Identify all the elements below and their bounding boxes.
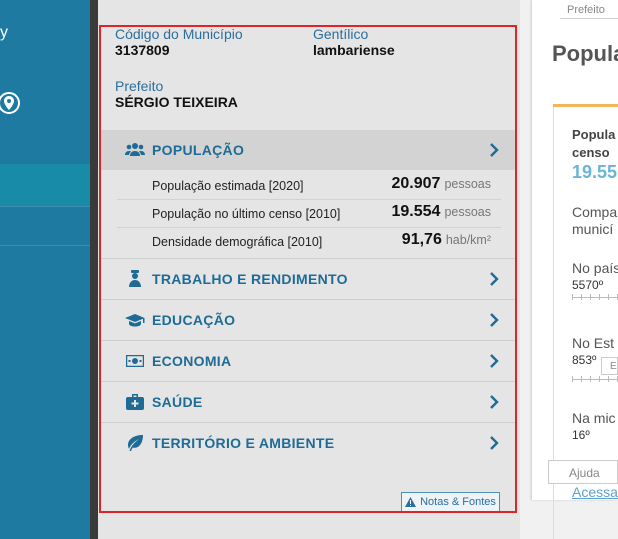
- category-economia[interactable]: ECONOMIA: [101, 340, 515, 380]
- stat-value: 20.907 pessoas: [391, 175, 492, 192]
- chevron-right-icon: [490, 271, 499, 286]
- category-label: EDUCAÇÃO: [152, 311, 236, 328]
- money-icon: [125, 351, 145, 371]
- sidebar-divider: [0, 206, 90, 207]
- category-label: POPULAÇÃO: [152, 142, 245, 158]
- stat-value: 91,76 hab/km²: [401, 231, 491, 248]
- bg-acessar-link[interactable]: Acessar: [572, 484, 618, 500]
- chevron-right-icon: [490, 143, 499, 157]
- stat-label: População estimada [2020]: [152, 179, 304, 193]
- bg-compare-line: Compa: [572, 204, 618, 220]
- people-icon: [125, 140, 145, 160]
- panel-shadow-strip: [90, 0, 98, 539]
- gentilico-value: lambariense: [313, 42, 395, 58]
- chevron-right-icon: [490, 353, 499, 368]
- codigo-label: Código do Município: [115, 26, 243, 42]
- bg-card-line: Popula: [572, 127, 616, 142]
- category-saude[interactable]: SAÚDE: [101, 381, 515, 421]
- category-label: ECONOMIA: [152, 352, 232, 369]
- category-trabalho[interactable]: TRABALHO E RENDIMENTO: [101, 258, 515, 298]
- bg-pais-label: No país: [572, 260, 618, 276]
- chevron-right-icon: [490, 312, 499, 327]
- bg-card-value: 19.55: [572, 162, 618, 182]
- stat-value: 19.554 pessoas: [391, 203, 492, 220]
- bg-title: Popula: [552, 41, 618, 66]
- bg-estado-value: 853º: [572, 353, 597, 367]
- leaf-icon: [125, 433, 145, 453]
- bg-mini-box[interactable]: E: [601, 357, 618, 375]
- category-educacao[interactable]: EDUCAÇÃO: [101, 299, 515, 339]
- populacao-row: População no último censo [2010] 19.554 p…: [117, 200, 501, 228]
- location-pin-icon[interactable]: [0, 92, 20, 114]
- bg-divider: [560, 18, 618, 19]
- gentilico-label: Gentílico: [313, 26, 369, 42]
- bg-micro-value: 16º: [572, 428, 590, 442]
- notes-sources-button[interactable]: Notas & Fontes: [401, 492, 500, 512]
- chevron-right-icon: [490, 435, 499, 450]
- bg-micro-label: Na mic: [572, 410, 616, 426]
- bg-estado-label: No Est: [572, 335, 615, 351]
- worker-icon: [125, 269, 145, 289]
- populacao-row: População estimada [2020] 20.907 pessoas: [117, 172, 501, 200]
- sidebar-divider: [0, 245, 90, 246]
- sidebar-partial-text: y: [0, 24, 8, 41]
- chevron-right-icon: [490, 394, 499, 409]
- bg-ajuda-button[interactable]: Ajuda: [548, 460, 618, 484]
- category-label: TRABALHO E RENDIMENTO: [152, 270, 348, 287]
- bg-pais-value: 5570º: [572, 278, 604, 292]
- stat-label: Densidade demográfica [2010]: [152, 235, 323, 249]
- prefeito-value: SÉRGIO TEIXEIRA: [115, 94, 238, 110]
- bg-card-line: censo: [572, 145, 610, 160]
- populacao-row: Densidade demográfica [2010] 91,76 hab/km…: [117, 228, 501, 256]
- sidebar: y: [0, 0, 90, 539]
- stat-label: População no último censo [2010]: [152, 207, 341, 221]
- notes-sources-label: Notas & Fontes: [420, 496, 496, 508]
- category-territorio[interactable]: TERRITÓRIO E AMBIENTE: [101, 422, 515, 462]
- category-populacao[interactable]: POPULAÇÃO: [101, 130, 515, 170]
- codigo-value: 3137809: [115, 42, 170, 58]
- graduation-cap-icon: [125, 310, 145, 330]
- bg-rank-scale: [572, 294, 618, 300]
- bg-compare-line: municí: [572, 221, 614, 237]
- prefeito-label: Prefeito: [115, 78, 164, 94]
- warning-icon: [405, 497, 417, 507]
- category-label: TERRITÓRIO E AMBIENTE: [152, 434, 335, 451]
- bg-rank-scale: [572, 376, 618, 382]
- medical-kit-icon: [125, 392, 145, 412]
- sidebar-active-item[interactable]: [0, 164, 90, 206]
- category-label: SAÚDE: [152, 393, 203, 410]
- bg-prefeito-label: Prefeito: [567, 4, 605, 16]
